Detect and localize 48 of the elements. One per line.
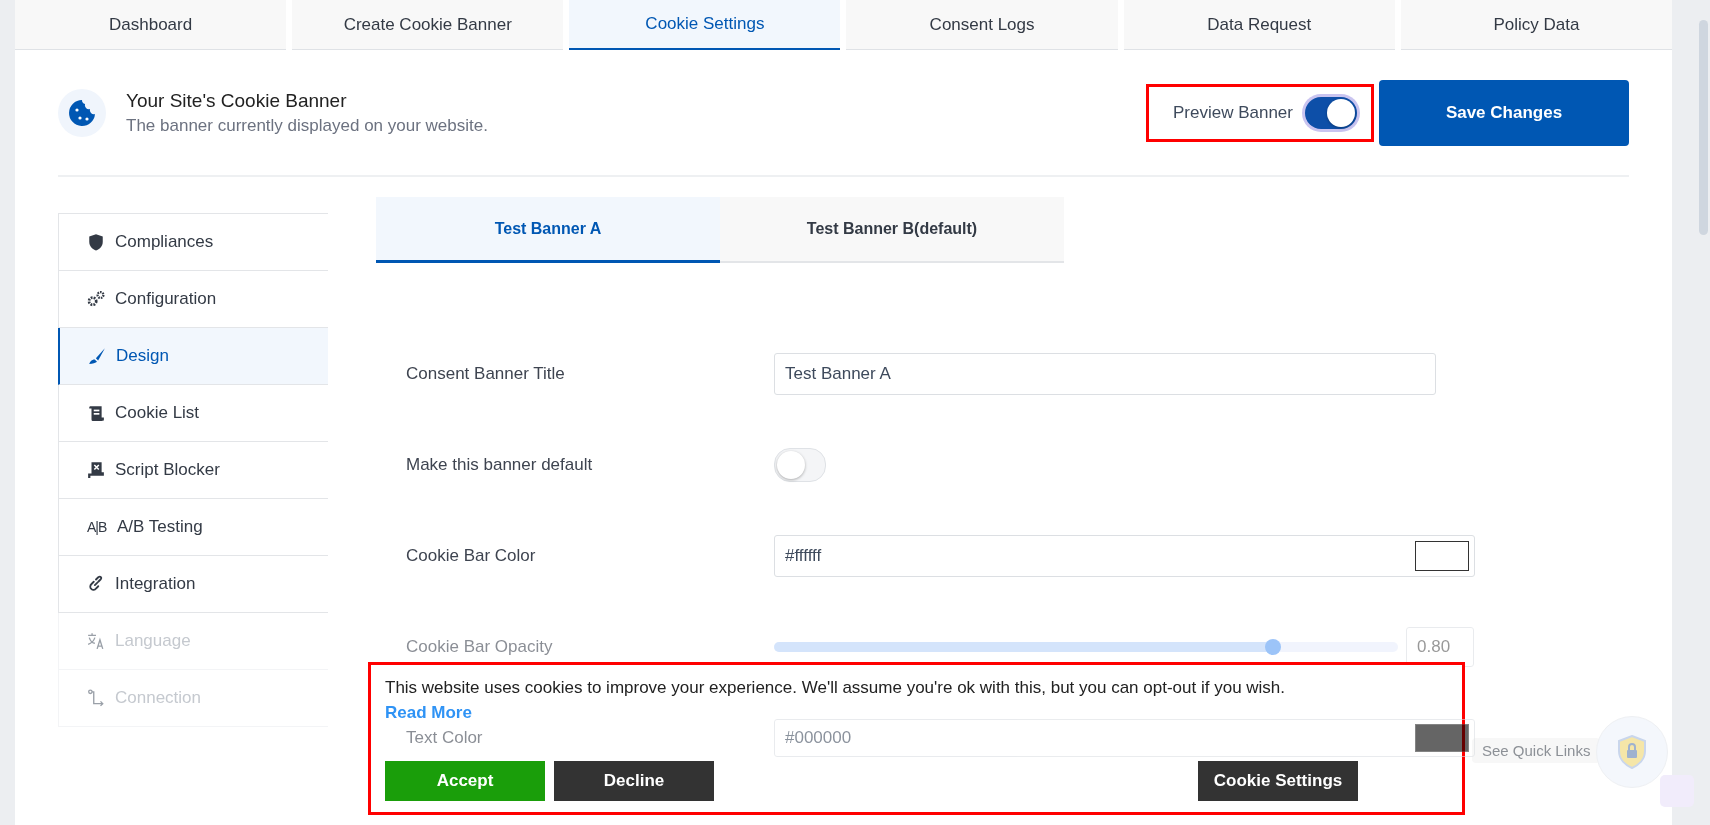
- translate-icon: [87, 632, 105, 650]
- slider-track[interactable]: [774, 641, 1398, 652]
- brush-icon: [88, 347, 106, 365]
- color-value: #ffffff: [784, 544, 822, 567]
- scroll-icon: [87, 404, 105, 422]
- field-label: Cookie Bar Opacity: [406, 636, 554, 657]
- color-swatch[interactable]: [1415, 540, 1469, 571]
- toggle-switch[interactable]: [774, 447, 826, 482]
- shield-icon: [87, 233, 105, 251]
- nav-tab[interactable]: Consent Logs: [846, 0, 1118, 50]
- banner-tab[interactable]: Test Banner B(default): [720, 197, 1064, 263]
- banner-subtitle: The banner currently displayed on your website.: [126, 115, 489, 136]
- sidebar-item[interactable]: Cookie List: [58, 385, 328, 442]
- nav-tab[interactable]: Data Request: [1123, 0, 1395, 50]
- sidebar-item[interactable]: A|B A/B Testing: [58, 499, 328, 556]
- link-icon: [87, 575, 105, 593]
- script-icon: [87, 461, 105, 479]
- nav-tab[interactable]: Cookie Settings: [569, 0, 841, 50]
- sidebar-item[interactable]: Design: [58, 328, 328, 385]
- preview-toggle[interactable]: [1305, 96, 1357, 129]
- field-label: Consent Banner Title: [406, 363, 566, 384]
- gears-icon: [87, 290, 105, 308]
- nav-tab[interactable]: Dashboard: [15, 0, 287, 50]
- sidebar-item[interactable]: Script Blocker: [58, 442, 328, 499]
- banner-tab[interactable]: Test Banner A: [376, 197, 720, 263]
- color-field[interactable]: #ffffff: [774, 534, 1475, 577]
- field-label: Cookie Bar Color: [406, 545, 537, 566]
- preview-label: Preview Banner: [1173, 102, 1293, 123]
- nav-tab[interactable]: Policy Data: [1400, 0, 1672, 50]
- sidebar-item[interactable]: Integration: [58, 556, 328, 613]
- connector-icon: [87, 689, 105, 707]
- banner-title: Your Site's Cookie Banner: [126, 89, 348, 112]
- cookie-icon: [58, 88, 106, 137]
- sidebar-item[interactable]: Compliances: [58, 213, 328, 271]
- nav-tab[interactable]: Create Cookie Banner: [292, 0, 564, 50]
- save-button[interactable]: Save Changes: [1379, 79, 1629, 146]
- color-value: #000000: [784, 726, 852, 749]
- color-swatch[interactable]: [1415, 723, 1469, 752]
- ab-icon: A|B: [87, 519, 107, 535]
- accept-button[interactable]: Accept: [385, 761, 545, 801]
- field-label: Text Color: [406, 727, 484, 748]
- shield-lock-icon: [1617, 735, 1647, 769]
- slider-thumb[interactable]: [1265, 638, 1282, 655]
- settings-button[interactable]: Cookie Settings: [1198, 761, 1358, 801]
- decline-button[interactable]: Decline: [554, 761, 714, 801]
- scrollbar-thumb[interactable]: [1699, 20, 1708, 235]
- field-label: Make this banner default: [406, 454, 594, 475]
- text-input[interactable]: Test Banner A: [774, 352, 1436, 395]
